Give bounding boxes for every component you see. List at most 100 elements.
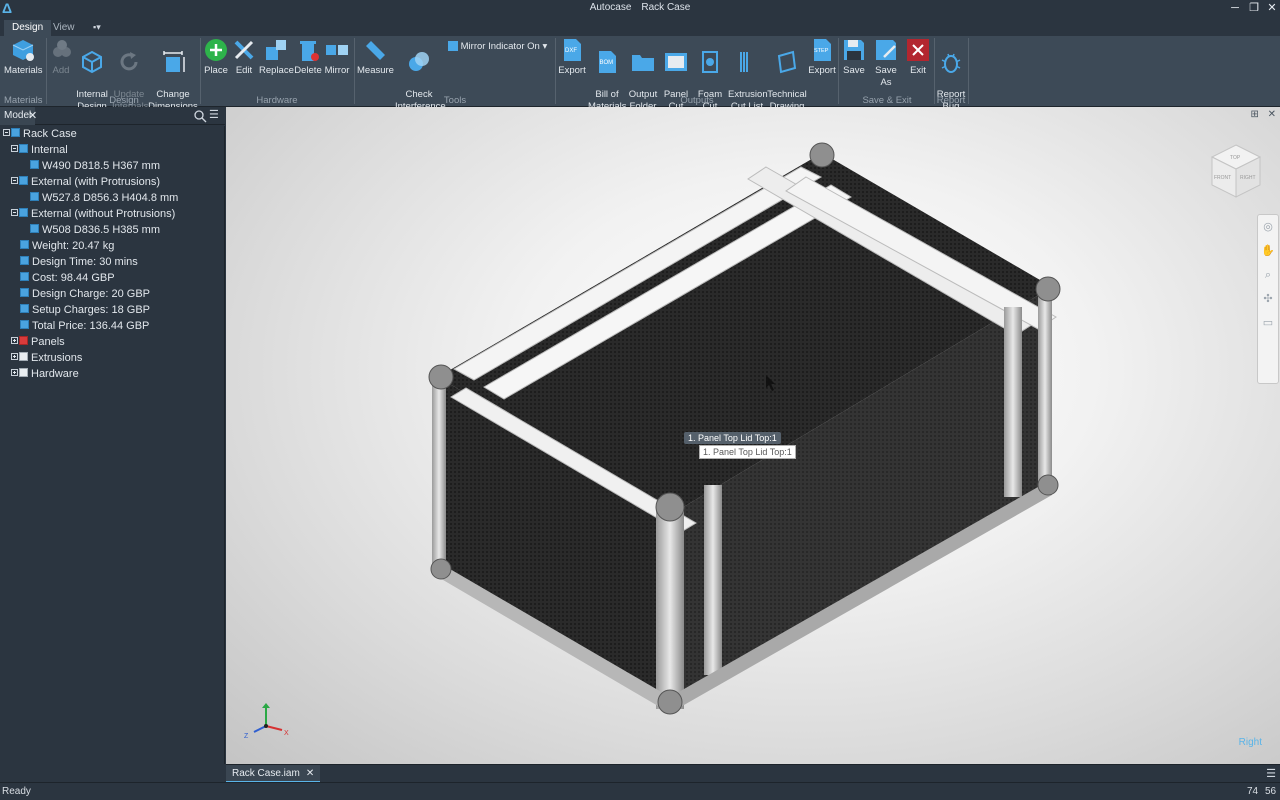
chevron-down-icon: ▾ [542, 41, 548, 52]
mirror-button[interactable]: Mirror [323, 38, 351, 77]
mirror-icon [326, 45, 348, 55]
tools-icon [234, 40, 254, 60]
corner-extrusion [432, 377, 446, 572]
folder-icon [19, 144, 28, 153]
trash-icon [300, 41, 319, 61]
tree-item-hardware[interactable]: Hardware [11, 366, 79, 382]
hardware-icon [19, 368, 28, 377]
foam-icon [702, 51, 718, 73]
axis-x-label: X [284, 730, 289, 737]
dxf-file-icon: DXF [564, 39, 581, 61]
restore-icon[interactable]: ❐ [1247, 1, 1261, 15]
place-label: Place [204, 65, 228, 76]
tree-item-external-with-dims[interactable]: W527.8 D856.3 H404.8 mm [30, 190, 178, 206]
search-icon[interactable] [193, 109, 207, 123]
save-as-button[interactable]: Save As [869, 38, 903, 89]
steering-wheel-icon[interactable]: ◎ [1258, 215, 1278, 239]
tree-item-design-charge[interactable]: Design Charge: 20 GBP [20, 286, 150, 302]
materials-button[interactable]: Materials [4, 38, 43, 77]
selection-chip[interactable]: 1. Panel Top Lid Top:1 [684, 432, 781, 444]
panels-icon [19, 336, 28, 345]
folder-icon [19, 176, 28, 185]
ball-corner [1035, 276, 1061, 302]
corner-extrusion [656, 509, 684, 709]
export-dxf-button[interactable]: DXF Export [558, 38, 586, 77]
tree-label: Rack Case [23, 128, 77, 140]
quick-access-dropdown-icon[interactable]: ▪▾ [93, 22, 113, 34]
minimize-icon[interactable]: ─ [1228, 1, 1242, 15]
tree-item-external-without[interactable]: External (without Protrusions) [11, 206, 175, 222]
collapse-icon[interactable] [11, 145, 18, 152]
ball-corner [809, 142, 835, 168]
export-step-button[interactable]: STEP Export [807, 38, 837, 77]
tree-item-total-price[interactable]: Total Price: 136.44 GBP [20, 318, 149, 334]
materials-icon [12, 40, 34, 61]
collapse-icon[interactable] [11, 209, 18, 216]
expand-icon[interactable] [11, 353, 18, 360]
close-icon[interactable]: ✕ [306, 768, 314, 779]
add-button[interactable]: Add [50, 38, 72, 77]
tree-label: W508 D836.5 H385 mm [42, 224, 160, 236]
tree-item-external-with[interactable]: External (with Protrusions) [11, 174, 160, 190]
save-label: Save [843, 65, 865, 76]
tree-item-cost[interactable]: Cost: 98.44 GBP [20, 270, 115, 286]
tab-view[interactable]: View [45, 20, 83, 36]
property-icon [20, 304, 29, 313]
tree-item-internal-dims[interactable]: W490 D818.5 H367 mm [30, 158, 160, 174]
add-label: Add [52, 65, 70, 76]
tree-item-weight[interactable]: Weight: 20.47 kg [20, 238, 114, 254]
mirror-indicator-dropdown[interactable]: Mirror Indicator On ▾ [448, 41, 552, 53]
exit-icon [907, 39, 929, 61]
dimension-icon [30, 224, 39, 233]
close-icon[interactable]: ✕ [28, 107, 37, 125]
measure-button[interactable]: Measure [357, 38, 394, 77]
hamburger-menu-icon[interactable]: ☰ [1266, 767, 1276, 780]
close-icon[interactable]: ✕ [1265, 1, 1279, 15]
property-icon [20, 320, 29, 329]
tree-label: Total Price: 136.44 GBP [32, 320, 150, 332]
save-as-label: Save As [875, 65, 897, 88]
zoom-icon[interactable]: ⌕ [1258, 263, 1278, 287]
collapse-icon[interactable] [3, 129, 10, 136]
tree-item-internal[interactable]: Internal [11, 142, 68, 158]
replace-button[interactable]: Replace [259, 38, 294, 77]
viewcube-front-label: FRONT [1214, 175, 1231, 181]
tree-label: Weight: 20.47 kg [32, 240, 115, 252]
orbit-icon[interactable]: ✣ [1258, 287, 1278, 311]
hamburger-menu-icon[interactable]: ☰ [209, 109, 221, 121]
delete-button[interactable]: Delete [294, 38, 322, 77]
tree-item-external-without-dims[interactable]: W508 D836.5 H385 mm [30, 222, 160, 238]
measure-label: Measure [357, 65, 394, 76]
document-tab[interactable]: Rack Case.iam ✕ [226, 765, 321, 783]
corner-extrusion [704, 485, 722, 675]
extrusions-icon [19, 352, 28, 361]
tree-item-setup-charges[interactable]: Setup Charges: 18 GBP [20, 302, 150, 318]
tree-item-design-time[interactable]: Design Time: 30 mins [20, 254, 138, 270]
status-count-1: 74 [1247, 786, 1259, 797]
ball-corner [428, 364, 454, 390]
document-name: Rack Case [641, 2, 691, 13]
orientation-label: Right [1238, 737, 1262, 748]
expand-icon[interactable] [11, 337, 18, 344]
status-count-2: 56 [1265, 786, 1277, 797]
drawing-icon [777, 50, 797, 74]
exit-button[interactable]: Exit [905, 38, 931, 77]
look-at-icon[interactable]: ▭ [1258, 311, 1278, 335]
place-button[interactable]: Place [203, 38, 229, 77]
axis-z-label: Z [244, 733, 249, 740]
collapse-icon[interactable] [11, 177, 18, 184]
expand-icon[interactable] [11, 369, 18, 376]
tree-item-extrusions[interactable]: Extrusions [11, 350, 82, 366]
save-button[interactable]: Save [841, 38, 867, 77]
save-as-icon [876, 40, 896, 60]
add-icon [53, 40, 71, 57]
tree-item-panels[interactable]: Panels [11, 334, 65, 350]
export-dxf-label: Export [558, 65, 586, 76]
viewcube[interactable]: TOP FRONT RIGHT [1206, 141, 1266, 201]
edit-button[interactable]: Edit [231, 38, 257, 77]
ribbon-separator [46, 38, 47, 104]
tree-item-rack-case[interactable]: Rack Case [3, 126, 77, 142]
3d-viewport[interactable]: ⊞ ✕ 1. Panel Top Lid Top:1 1. Panel Top … [226, 107, 1280, 764]
pan-hand-icon[interactable]: ✋ [1258, 239, 1278, 263]
model-panel-header: Model ✕ ☰ [0, 107, 225, 125]
